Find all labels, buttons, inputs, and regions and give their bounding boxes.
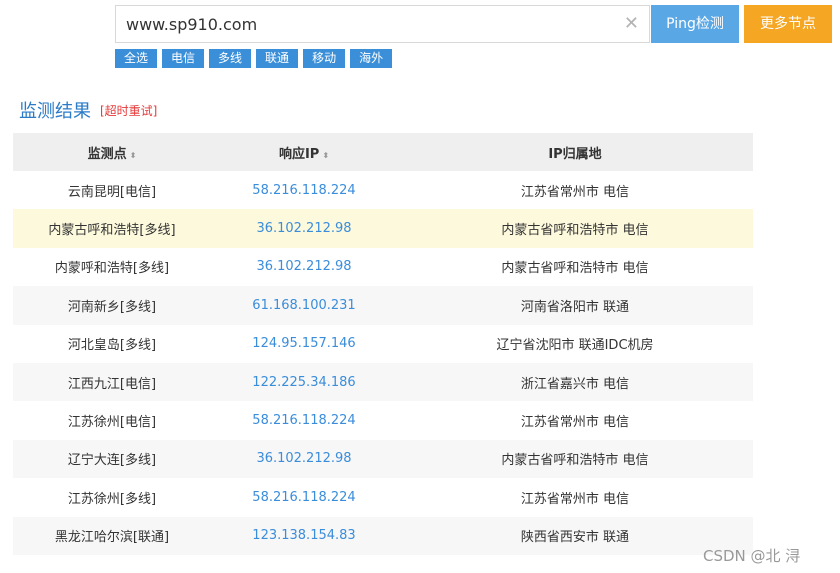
table-row: 江西九江[电信] 122.225.34.186 浙江省嘉兴市 电信 <box>13 362 753 402</box>
ip-cell[interactable]: 123.138.154.83 <box>211 516 397 555</box>
ip-cell[interactable]: 122.225.34.186 <box>211 362 397 402</box>
ip-cell[interactable]: 36.102.212.98 <box>211 209 397 248</box>
location-cell: 内蒙古省呼和浩特市 电信 <box>397 439 753 479</box>
location-cell: 浙江省嘉兴市 电信 <box>397 362 753 402</box>
more-nodes-button[interactable]: 更多节点 <box>744 5 832 43</box>
table-row: 辽宁大连[多线] 36.102.212.98 内蒙古省呼和浩特市 电信 <box>13 439 753 479</box>
table-row: 河南新乡[多线] 61.168.100.231 河南省洛阳市 联通 <box>13 286 753 325</box>
ip-cell[interactable]: 58.216.118.224 <box>211 171 397 209</box>
table-row: 内蒙呼和浩特[多线] 36.102.212.98 内蒙古省呼和浩特市 电信 <box>13 248 753 286</box>
node-cell: 江西九江[电信] <box>13 362 211 402</box>
header-location: IP归属地 <box>397 133 753 171</box>
node-cell: 江苏徐州[多线] <box>67 491 157 507</box>
table-row: 河北皇岛[多线] 124.95.157.146 辽宁省沈阳市 联通IDC机房 <box>13 325 753 363</box>
location-cell: 江苏省常州市 电信 <box>520 415 630 431</box>
table-row: 黑龙江哈尔滨[联通] 123.138.154.83 陕西省西安市 联通 <box>13 516 753 555</box>
table-header-row: 监测点 ⬍ 响应IP ⬍ IP归属地 <box>13 133 753 171</box>
isp-filter-bar: 全选 电信 多线 联通 移动 海外 <box>115 49 393 69</box>
filter-all[interactable]: 全选 <box>115 49 158 68</box>
location-cell: 江苏省常州市 电信 <box>520 491 630 507</box>
node-cell: 云南昆明[电信] <box>67 184 157 200</box>
results-table: 监测点 ⬍ 响应IP ⬍ IP归属地 云南昆明[电信] 58.216.118.224… <box>13 133 753 555</box>
filter-mobile[interactable]: 移动 <box>303 49 346 68</box>
location-cell: 江苏省常州市 电信 <box>520 184 630 200</box>
filter-overseas[interactable]: 海外 <box>350 49 393 68</box>
filter-telecom[interactable]: 电信 <box>162 49 205 68</box>
location-cell: 辽宁省沈阳市 联通IDC机房 <box>496 338 654 354</box>
watermark: CSDN @北 浔 <box>703 547 801 565</box>
node-cell: 内蒙古呼和浩特[多线] <box>13 209 211 248</box>
ping-check-button[interactable]: Ping检测 <box>651 5 739 43</box>
header-ip-label: 响应IP <box>278 146 320 162</box>
node-cell: 江苏徐州[电信] <box>67 415 157 431</box>
table-row: 江苏徐州[多线] 58.216.118.224 江苏省常州市 电信 <box>13 478 753 516</box>
header-node[interactable]: 监测点 ⬍ <box>13 133 211 171</box>
ip-cell[interactable]: 58.216.118.224 <box>211 478 397 516</box>
filter-multiline[interactable]: 多线 <box>209 49 252 68</box>
node-cell: 黑龙江哈尔滨[联通] <box>13 516 211 555</box>
header-ip[interactable]: 响应IP ⬍ <box>211 133 397 171</box>
node-cell: 河北皇岛[多线] <box>67 338 157 354</box>
ip-cell[interactable]: 61.168.100.231 <box>211 286 397 325</box>
ip-cell[interactable]: 36.102.212.98 <box>211 248 397 286</box>
location-cell: 内蒙古省呼和浩特市 电信 <box>397 209 753 248</box>
table-row: 云南昆明[电信] 58.216.118.224 江苏省常州市 电信 <box>13 171 753 209</box>
location-cell: 河南省洛阳市 联通 <box>397 286 753 325</box>
location-cell: 内蒙古省呼和浩特市 电信 <box>501 261 649 277</box>
close-icon[interactable]: ✕ <box>624 13 639 35</box>
node-cell: 河南新乡[多线] <box>13 286 211 325</box>
url-input[interactable] <box>116 6 616 42</box>
node-cell: 内蒙呼和浩特[多线] <box>54 261 170 277</box>
ip-cell[interactable]: 58.216.118.224 <box>211 401 397 439</box>
filter-unicom[interactable]: 联通 <box>256 49 299 68</box>
location-cell: 陕西省西安市 联通 <box>397 516 753 555</box>
sort-icon[interactable]: ⬍ <box>322 151 329 160</box>
ip-cell[interactable]: 124.95.157.146 <box>211 325 397 363</box>
sort-icon[interactable]: ⬍ <box>130 151 137 160</box>
header-node-label: 监测点 <box>87 146 127 162</box>
node-cell: 辽宁大连[多线] <box>13 439 211 479</box>
table-row: 内蒙古呼和浩特[多线] 36.102.212.98 内蒙古省呼和浩特市 电信 <box>13 209 753 248</box>
search-box: ✕ <box>115 5 650 43</box>
ip-cell[interactable]: 36.102.212.98 <box>211 439 397 479</box>
results-title: 监测结果 <box>19 101 91 122</box>
header-location-label: IP归属地 <box>548 146 602 162</box>
table-row: 江苏徐州[电信] 58.216.118.224 江苏省常州市 电信 <box>13 401 753 439</box>
timeout-retry-link[interactable]: [超时重试] <box>100 102 157 119</box>
